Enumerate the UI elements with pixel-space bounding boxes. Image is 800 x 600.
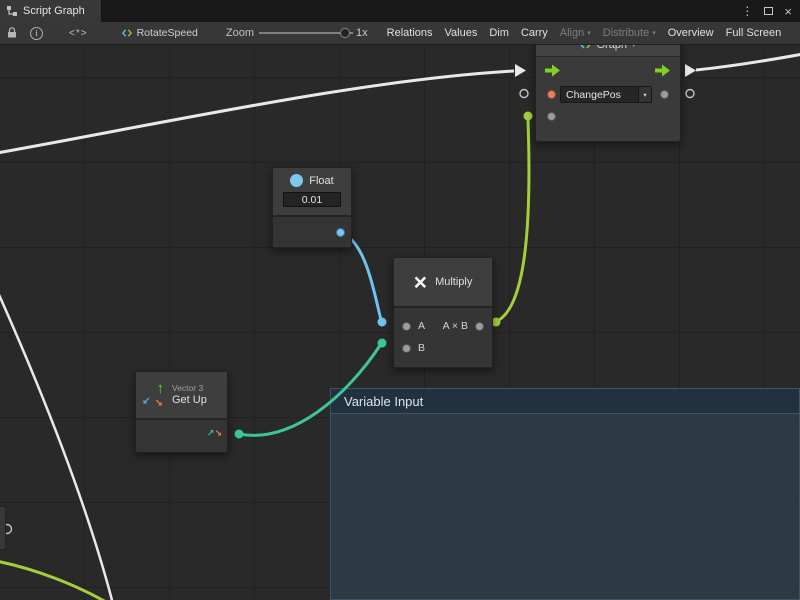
graph-toolbar: i <*> RotateSpeed Zoom 1x Relations Valu…: [0, 22, 800, 45]
flow-output-arrow[interactable]: [655, 64, 671, 77]
vector3-output-port[interactable]: ↗↘: [207, 429, 222, 438]
distribute-button[interactable]: Distribute▾: [597, 27, 662, 39]
relations-button[interactable]: Relations: [381, 27, 439, 39]
multiply-node-title: Multiply: [435, 276, 472, 288]
unity-visual-scripting-window: Variable Input Graph ▾: [0, 0, 800, 600]
group-variable-input: Variable Input: [330, 388, 800, 600]
dim-button[interactable]: Dim: [483, 27, 515, 39]
info-icon[interactable]: i: [30, 27, 43, 40]
carry-button[interactable]: Carry: [515, 27, 554, 39]
multiply-row-a: A A × B: [394, 315, 492, 337]
float-literal-node[interactable]: Float: [272, 167, 352, 248]
maximize-icon[interactable]: [764, 7, 773, 15]
multiply-row-b: B: [394, 337, 492, 359]
value-output-port[interactable]: [660, 90, 669, 99]
chevron-down-icon: ▾: [587, 30, 591, 37]
variable-name-dropdown[interactable]: ChangePos ▾: [560, 86, 652, 103]
variable-input-port[interactable]: [547, 90, 556, 99]
input-a-port[interactable]: [402, 322, 411, 331]
full-screen-button[interactable]: Full Screen: [720, 27, 788, 39]
lock-icon[interactable]: [6, 27, 18, 39]
multiply-node-body: A A × B B: [394, 306, 492, 367]
zoom-value: 1x: [356, 27, 368, 39]
value-input-port[interactable]: [547, 112, 556, 121]
window-controls: ⋮ ×: [741, 0, 800, 22]
float-node-header[interactable]: Float: [273, 168, 351, 215]
zoom-label: Zoom: [226, 27, 254, 39]
overview-button[interactable]: Overview: [662, 27, 720, 39]
input-a-label: A: [418, 320, 425, 332]
vector3-node-body: ↗↘: [136, 418, 227, 452]
tab-title: Script Graph: [23, 5, 85, 17]
offscreen-node-partial[interactable]: [0, 506, 6, 550]
vector3-up-icon: ↑ ↙ ↘: [143, 384, 165, 406]
multiply-node-header[interactable]: × Multiply: [394, 258, 492, 306]
float-type-icon: [290, 174, 303, 187]
graph-asset-icon: [122, 28, 132, 38]
zoom-slider[interactable]: [259, 22, 353, 44]
window-tab-bar: Script Graph ⋮ ×: [0, 0, 800, 22]
float-value-input[interactable]: [283, 192, 341, 207]
graph-asset-chip[interactable]: RotateSpeed: [122, 27, 198, 39]
graph-output-node[interactable]: Graph ▾ ChangePos ▾: [535, 32, 681, 142]
float-node-title: Float: [309, 175, 333, 187]
align-button[interactable]: Align▾: [554, 27, 597, 39]
float-node-body: [273, 215, 351, 247]
input-b-port[interactable]: [402, 344, 411, 353]
values-button[interactable]: Values: [439, 27, 484, 39]
graph-asset-name: RotateSpeed: [137, 27, 198, 39]
zoom-slider-knob[interactable]: [340, 28, 350, 38]
input-b-label: B: [418, 342, 425, 354]
chevron-down-icon: ▾: [652, 30, 656, 37]
kebab-menu-icon[interactable]: ⋮: [741, 5, 753, 17]
output-label: A × B: [443, 320, 468, 332]
output-port[interactable]: [475, 322, 484, 331]
flow-input-arrow[interactable]: [545, 64, 561, 77]
multiply-node[interactable]: × Multiply A A × B B: [393, 257, 493, 368]
variable-name-value: ChangePos: [561, 89, 638, 101]
group-title: Variable Input: [344, 394, 423, 409]
vector3-get-up-node[interactable]: ↑ ↙ ↘ Vector 3 Get Up ↗↘: [135, 371, 228, 453]
sockets-icon[interactable]: <*>: [69, 28, 88, 39]
group-header[interactable]: Variable Input: [331, 389, 799, 414]
float-output-port[interactable]: [336, 228, 345, 237]
vector3-node-header[interactable]: ↑ ↙ ↘ Vector 3 Get Up: [136, 372, 227, 418]
script-graph-tab-icon: [6, 5, 18, 17]
tab-script-graph[interactable]: Script Graph: [0, 0, 102, 22]
zoom-slider-track[interactable]: [259, 32, 353, 34]
vector3-type-label: Vector 3: [172, 383, 207, 393]
dropdown-caret-icon[interactable]: ▾: [638, 87, 651, 102]
vector3-node-title: Get Up: [172, 394, 207, 407]
toolbar-buttons: Relations Values Dim Carry Align▾ Distri…: [381, 27, 788, 39]
close-icon[interactable]: ×: [784, 5, 792, 18]
multiply-icon: ×: [414, 271, 427, 294]
